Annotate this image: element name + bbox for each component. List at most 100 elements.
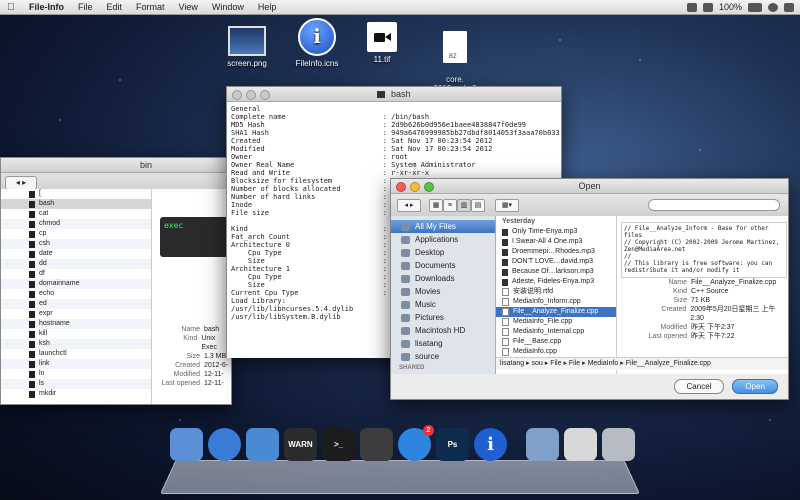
- documents-stack-icon[interactable]: [564, 428, 597, 461]
- battery-icon[interactable]: [748, 2, 762, 12]
- file-row[interactable]: mkdir: [1, 389, 151, 399]
- open-search-input[interactable]: [648, 199, 780, 211]
- menu-view[interactable]: View: [172, 2, 205, 12]
- safari-icon[interactable]: [208, 428, 241, 461]
- minimize-icon[interactable]: [246, 90, 256, 100]
- menu-help[interactable]: Help: [251, 2, 284, 12]
- file-row[interactable]: MediaInfo_File.cpp: [496, 317, 616, 327]
- arrange-button[interactable]: ▦▾: [495, 199, 519, 212]
- file-row[interactable]: date: [1, 249, 151, 259]
- file-row[interactable]: File__Analyze_Finalize.cpp: [496, 307, 616, 317]
- file-row[interactable]: Only Time-Enya.mp3: [496, 227, 616, 237]
- file-row[interactable]: ksh: [1, 339, 151, 349]
- file-row[interactable]: bash: [1, 199, 151, 209]
- meta-key: Last opened: [161, 380, 200, 387]
- search-icon[interactable]: [768, 2, 778, 12]
- volume-icon[interactable]: [702, 2, 713, 12]
- meta-value: bash: [204, 326, 220, 333]
- file-row[interactable]: ln: [1, 369, 151, 379]
- file-row[interactable]: chmod: [1, 219, 151, 229]
- file-row[interactable]: expr: [1, 309, 151, 319]
- xcode-icon[interactable]: [246, 428, 279, 461]
- sidebar-item[interactable]: All My Files: [391, 220, 495, 233]
- sidebar-item-label: Music: [415, 300, 436, 309]
- zoom-icon[interactable]: [424, 182, 434, 192]
- sidebar-item[interactable]: Desktop: [391, 246, 495, 259]
- photoshop-icon[interactable]: Ps: [436, 428, 469, 461]
- apple-icon[interactable]: : [0, 2, 22, 13]
- zoom-icon[interactable]: [260, 90, 270, 100]
- console-icon[interactable]: WARN: [284, 428, 317, 461]
- close-icon[interactable]: [232, 90, 242, 100]
- list-view-button[interactable]: ≡: [443, 199, 457, 212]
- sidebar-item[interactable]: source: [391, 350, 495, 363]
- file-row[interactable]: kill: [1, 329, 151, 339]
- desktop-icon-tif[interactable]: 11.tif: [347, 22, 417, 64]
- open-sidebar: All My Files Applications Desktop Documents…: [391, 216, 496, 374]
- desktop-icon-screen[interactable]: screen.png: [212, 22, 282, 68]
- open-titlebar[interactable]: Open: [391, 179, 788, 194]
- file-row[interactable]: MediaInfo.cpp: [496, 347, 616, 357]
- file-row[interactable]: Because Of…larkson.mp3: [496, 267, 616, 277]
- file-name: date: [39, 250, 53, 257]
- finder-icon[interactable]: [170, 428, 203, 461]
- menu-file[interactable]: File: [71, 2, 100, 12]
- menu-edit[interactable]: Edit: [100, 2, 130, 12]
- fileinfo-icon[interactable]: i: [474, 428, 507, 461]
- sidebar-item[interactable]: Pictures: [391, 311, 495, 324]
- menu-app-name[interactable]: File-Info: [22, 2, 71, 12]
- wifi-icon[interactable]: [686, 2, 697, 12]
- list-icon[interactable]: [784, 2, 794, 12]
- back-forward-button[interactable]: ◂ ▸: [397, 199, 421, 212]
- path-bar[interactable]: lisatang ▸ sou ▸ File ▸ File ▸ MediaInfo…: [496, 357, 788, 370]
- file-row[interactable]: 安装说明.rtfd: [496, 287, 616, 297]
- sidebar-item[interactable]: lisatang: [391, 337, 495, 350]
- menu-format[interactable]: Format: [129, 2, 172, 12]
- downloads-stack-icon[interactable]: [526, 428, 559, 461]
- file-row[interactable]: [: [1, 189, 151, 199]
- minimize-icon[interactable]: [410, 182, 420, 192]
- terminal-icon[interactable]: >_: [322, 428, 355, 461]
- file-row[interactable]: I Swear-All 4 One.mp3: [496, 237, 616, 247]
- open-button[interactable]: Open: [732, 379, 778, 394]
- file-row[interactable]: File__Base.cpp: [496, 337, 616, 347]
- file-row[interactable]: df: [1, 269, 151, 279]
- finder-titlebar[interactable]: bin: [1, 158, 231, 173]
- file-row[interactable]: cp: [1, 229, 151, 239]
- file-row[interactable]: MediaInfo_Internal.cpp: [496, 327, 616, 337]
- file-row[interactable]: Droemmepi…Rhodes.mp3: [496, 247, 616, 257]
- open-preview: // File__Analyze_Inform - Base for other…: [617, 216, 788, 374]
- sidebar-item[interactable]: Documents: [391, 259, 495, 272]
- file-row[interactable]: Adeste, Fideles-Enya.mp3: [496, 277, 616, 287]
- file-row[interactable]: domainname: [1, 279, 151, 289]
- coverflow-view-button[interactable]: ▤: [471, 199, 485, 212]
- menu-window[interactable]: Window: [205, 2, 251, 12]
- sidebar-item[interactable]: Downloads: [391, 272, 495, 285]
- sidebar-item[interactable]: Macintosh HD: [391, 324, 495, 337]
- file-row[interactable]: dd: [1, 259, 151, 269]
- file-row[interactable]: ls: [1, 379, 151, 389]
- file-row[interactable]: DON'T LOVE…david.mp3: [496, 257, 616, 267]
- icon-view-button[interactable]: ▦: [429, 199, 443, 212]
- file-row[interactable]: link: [1, 359, 151, 369]
- file-row[interactable]: launchctl: [1, 349, 151, 359]
- activity-monitor-icon[interactable]: [360, 428, 393, 461]
- desktop-icon-core[interactable]: BZ core. 2013…r.bz2: [420, 22, 490, 93]
- file-row[interactable]: ed: [1, 299, 151, 309]
- file-row[interactable]: echo: [1, 289, 151, 299]
- column-view-button[interactable]: ▥: [457, 199, 471, 212]
- file-row[interactable]: cat: [1, 209, 151, 219]
- file-row[interactable]: hostname: [1, 319, 151, 329]
- file-row[interactable]: MediaInfo_Inform.cpp: [496, 297, 616, 307]
- desktop-icon-fileinfo[interactable]: i FileInfo.icns: [282, 18, 352, 68]
- terminal-titlebar[interactable]: bash: [227, 87, 561, 102]
- back-forward-button[interactable]: ◂ ▸: [5, 176, 37, 190]
- sidebar-item[interactable]: Movies: [391, 285, 495, 298]
- cancel-button[interactable]: Cancel: [673, 379, 725, 394]
- file-row[interactable]: csh: [1, 239, 151, 249]
- trash-icon[interactable]: [602, 428, 635, 461]
- sidebar-item[interactable]: Music: [391, 298, 495, 311]
- app-store-icon[interactable]: 2: [398, 425, 434, 461]
- sidebar-item[interactable]: Applications: [391, 233, 495, 246]
- close-icon[interactable]: [396, 182, 406, 192]
